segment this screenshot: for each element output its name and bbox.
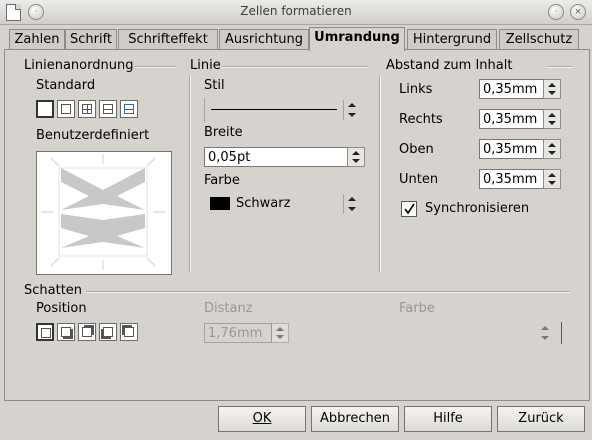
divider <box>134 66 176 68</box>
title-bar: · Zellen formatieren · × <box>0 0 592 25</box>
distanz-spinner[interactable] <box>271 323 289 343</box>
divider <box>86 291 570 293</box>
preset-outer-box[interactable] <box>57 100 75 118</box>
linienanordnung-heading: Linienanordnung <box>24 58 134 73</box>
position-label: Position <box>36 301 87 316</box>
benutzerdefiniert-label: Benutzerdefiniert <box>36 128 150 143</box>
distanz-label: Distanz <box>204 301 253 316</box>
zurueck-button[interactable]: Zurück <box>497 406 585 432</box>
oben-value: 0,35mm <box>483 142 538 157</box>
distanz-value: 1,76mm <box>208 326 263 341</box>
unten-label: Unten <box>399 172 439 187</box>
oben-field[interactable]: 0,35mm <box>479 139 544 159</box>
preset-outer-all-horizontal[interactable] <box>120 100 138 118</box>
links-spinner[interactable] <box>543 79 561 99</box>
abbrechen-label: Abbrechen <box>319 411 391 426</box>
linie-heading: Linie <box>190 58 221 73</box>
stil-listbox[interactable] <box>204 98 347 122</box>
shadow-top-right[interactable] <box>78 323 96 341</box>
farbe-value: Schwarz <box>236 196 291 211</box>
breite-label: Breite <box>204 125 243 140</box>
zurueck-label: Zurück <box>518 411 564 426</box>
tab-schrift[interactable]: Schrift <box>65 29 117 50</box>
stil-label: Stil <box>204 78 225 93</box>
tab-hintergrund[interactable]: Hintergrund <box>407 29 497 50</box>
rechts-field[interactable]: 0,35mm <box>479 109 544 129</box>
tab-zellschutz[interactable]: Zellschutz <box>499 29 579 50</box>
standard-label: Standard <box>36 78 96 93</box>
shadow-none[interactable] <box>36 323 54 341</box>
unten-field[interactable]: 0,35mm <box>479 169 544 189</box>
breite-field[interactable]: 0,05pt <box>204 147 348 167</box>
shadow-positions <box>36 323 140 343</box>
links-value: 0,35mm <box>483 82 538 97</box>
hilfe-button[interactable]: Hilfe <box>404 406 492 432</box>
shadow-bottom-left[interactable] <box>99 323 117 341</box>
schatten-heading: Schatten <box>24 283 83 298</box>
breite-spinner[interactable] <box>347 147 365 167</box>
oben-spinner[interactable] <box>543 139 561 159</box>
tab-ausrichtung[interactable]: Ausrichtung <box>219 29 309 50</box>
line-style-sample <box>211 109 337 110</box>
unten-spinner[interactable] <box>543 169 561 189</box>
synchronisieren-label: Synchronisieren <box>425 201 530 216</box>
tab-zahlen[interactable]: Zahlen <box>9 29 65 50</box>
preset-none[interactable] <box>36 100 54 118</box>
breite-value: 0,05pt <box>208 150 251 165</box>
divider <box>222 66 368 68</box>
stil-scroll[interactable] <box>343 100 361 120</box>
close-icon[interactable]: × <box>570 4 586 20</box>
oben-label: Oben <box>399 142 434 157</box>
divider <box>548 66 572 68</box>
preset-outer-horizontal[interactable] <box>99 100 117 118</box>
vertical-divider <box>379 76 381 272</box>
rechts-spinner[interactable] <box>543 109 561 129</box>
color-swatch <box>210 197 230 210</box>
abstand-heading: Abstand zum Inhalt <box>386 58 513 73</box>
hilfe-label: Hilfe <box>433 411 463 426</box>
checkmark-icon <box>404 203 415 215</box>
farbe-dropdown[interactable]: Schwarz <box>204 192 344 216</box>
synchronisieren-checkbox[interactable] <box>401 201 417 217</box>
border-preview[interactable] <box>36 151 172 275</box>
tab-schrifteffekt[interactable]: Schrifteffekt <box>118 29 218 50</box>
ok-label: OK <box>252 411 272 426</box>
minimize-icon[interactable]: · <box>548 4 564 20</box>
distanz-field[interactable]: 1,76mm <box>204 323 272 343</box>
standard-presets <box>36 100 140 120</box>
links-label: Links <box>399 82 433 97</box>
rechts-value: 0,35mm <box>483 112 538 127</box>
shadow-top-left[interactable] <box>120 323 138 341</box>
abbrechen-button[interactable]: Abbrechen <box>311 406 399 432</box>
ok-button[interactable]: OK <box>218 406 306 432</box>
schatten-farbe-label: Farbe <box>399 301 435 316</box>
window-title: Zellen formatieren <box>240 4 352 18</box>
vertical-divider <box>189 76 191 272</box>
schatten-farbe-scroll[interactable] <box>537 323 555 343</box>
preset-all-borders[interactable] <box>78 100 96 118</box>
schatten-farbe-dropdown[interactable] <box>399 322 562 344</box>
farbe-label: Farbe <box>204 173 240 188</box>
rechts-label: Rechts <box>399 112 443 127</box>
farbe-scroll[interactable] <box>343 194 361 214</box>
links-field[interactable]: 0,35mm <box>479 79 544 99</box>
unten-value: 0,35mm <box>483 172 538 187</box>
border-preview-graphic <box>41 154 165 270</box>
shadow-bottom-right[interactable] <box>57 323 75 341</box>
tab-umrandung[interactable]: Umrandung <box>309 27 405 51</box>
